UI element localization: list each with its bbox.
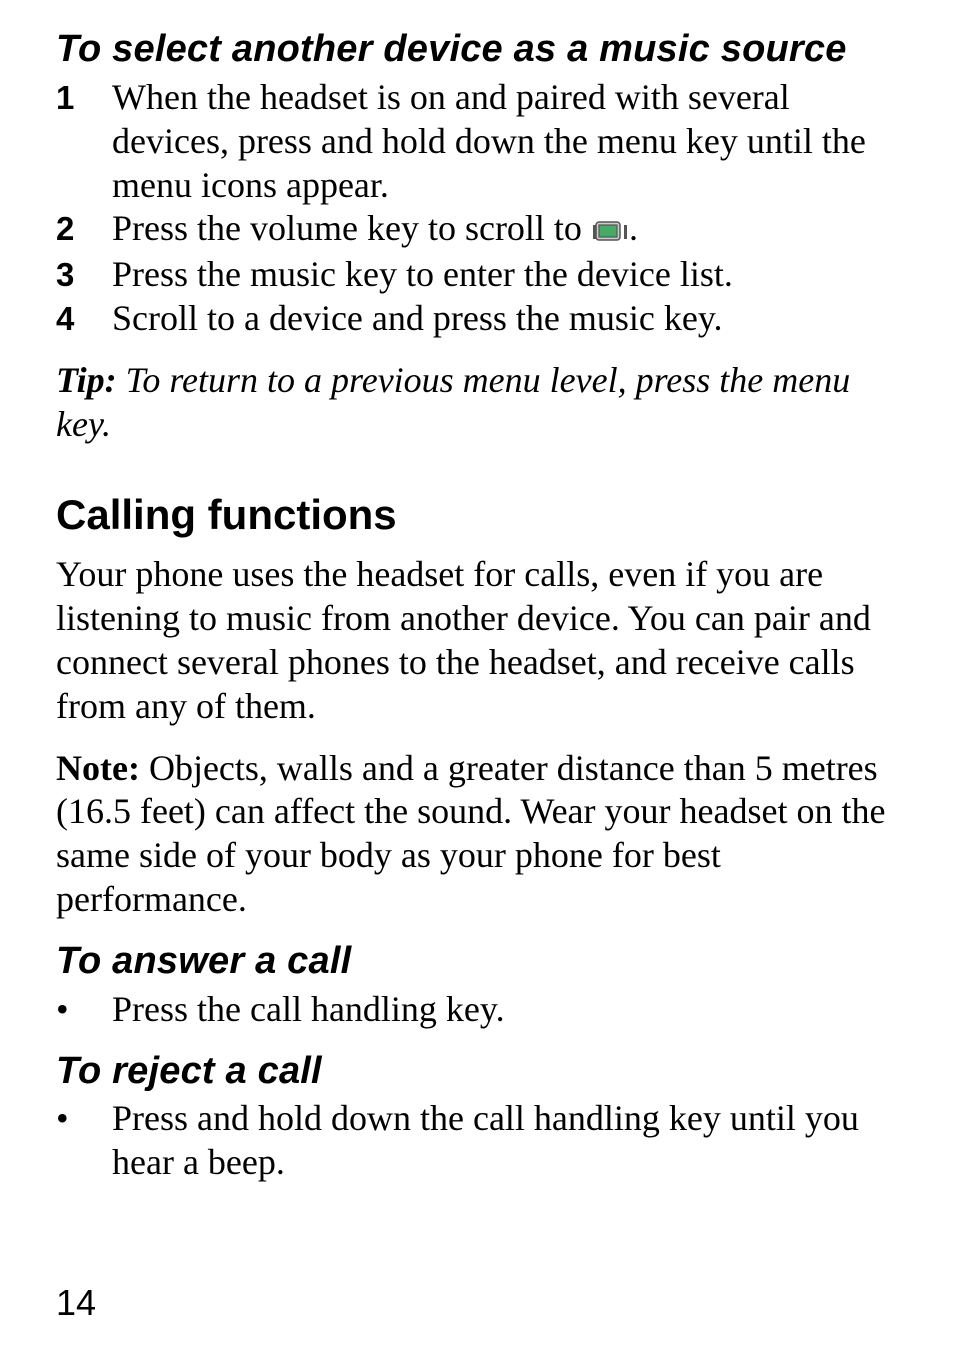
step-number: 1	[56, 76, 112, 118]
device-list-icon	[593, 209, 627, 253]
calling-intro: Your phone uses the headset for calls, e…	[56, 553, 914, 729]
section-heading-reject: To reject a call	[56, 1050, 914, 1094]
tip-paragraph: Tip: To return to a previous menu level,…	[56, 359, 914, 447]
bullet-list-answer: • Press the call handling key.	[56, 988, 914, 1032]
step-number: 2	[56, 207, 112, 249]
bullet-list-reject: • Press and hold down the call handling …	[56, 1097, 914, 1185]
heading-calling-functions: Calling functions	[56, 491, 914, 539]
note-paragraph: Note: Objects, walls and a greater dista…	[56, 747, 914, 923]
bullet-text: Press the call handling key.	[112, 988, 914, 1032]
steps-list: 1 When the headset is on and paired with…	[56, 76, 914, 341]
page-content: To select another device as a music sour…	[56, 28, 914, 1324]
step-text-part: Press the volume key to scroll to	[112, 208, 591, 248]
list-item: 4 Scroll to a device and press the music…	[56, 297, 914, 341]
list-item: • Press the call handling key.	[56, 988, 914, 1032]
page-number: 14	[56, 1282, 96, 1324]
step-text-suffix: .	[629, 208, 638, 248]
step-text: Scroll to a device and press the music k…	[112, 297, 914, 341]
bullet-dot: •	[56, 988, 112, 1032]
step-text: Press the volume key to scroll to .	[112, 207, 914, 253]
tip-label: Tip:	[56, 360, 117, 400]
step-number: 3	[56, 253, 112, 295]
bullet-dot: •	[56, 1097, 112, 1141]
step-text: When the headset is on and paired with s…	[112, 76, 914, 208]
bullet-text: Press and hold down the call handling ke…	[112, 1097, 914, 1185]
step-number: 4	[56, 297, 112, 339]
list-item: 1 When the headset is on and paired with…	[56, 76, 914, 208]
note-label: Note:	[56, 748, 149, 788]
section-heading-answer: To answer a call	[56, 940, 914, 984]
step-text: Press the music key to enter the device …	[112, 253, 914, 297]
list-item: • Press and hold down the call handling …	[56, 1097, 914, 1185]
list-item: 2 Press the volume key to scroll to .	[56, 207, 914, 253]
note-text: Objects, walls and a greater distance th…	[56, 748, 885, 920]
list-item: 3 Press the music key to enter the devic…	[56, 253, 914, 297]
section-heading-select-source: To select another device as a music sour…	[56, 28, 914, 72]
tip-text: To return to a previous menu level, pres…	[56, 360, 850, 444]
